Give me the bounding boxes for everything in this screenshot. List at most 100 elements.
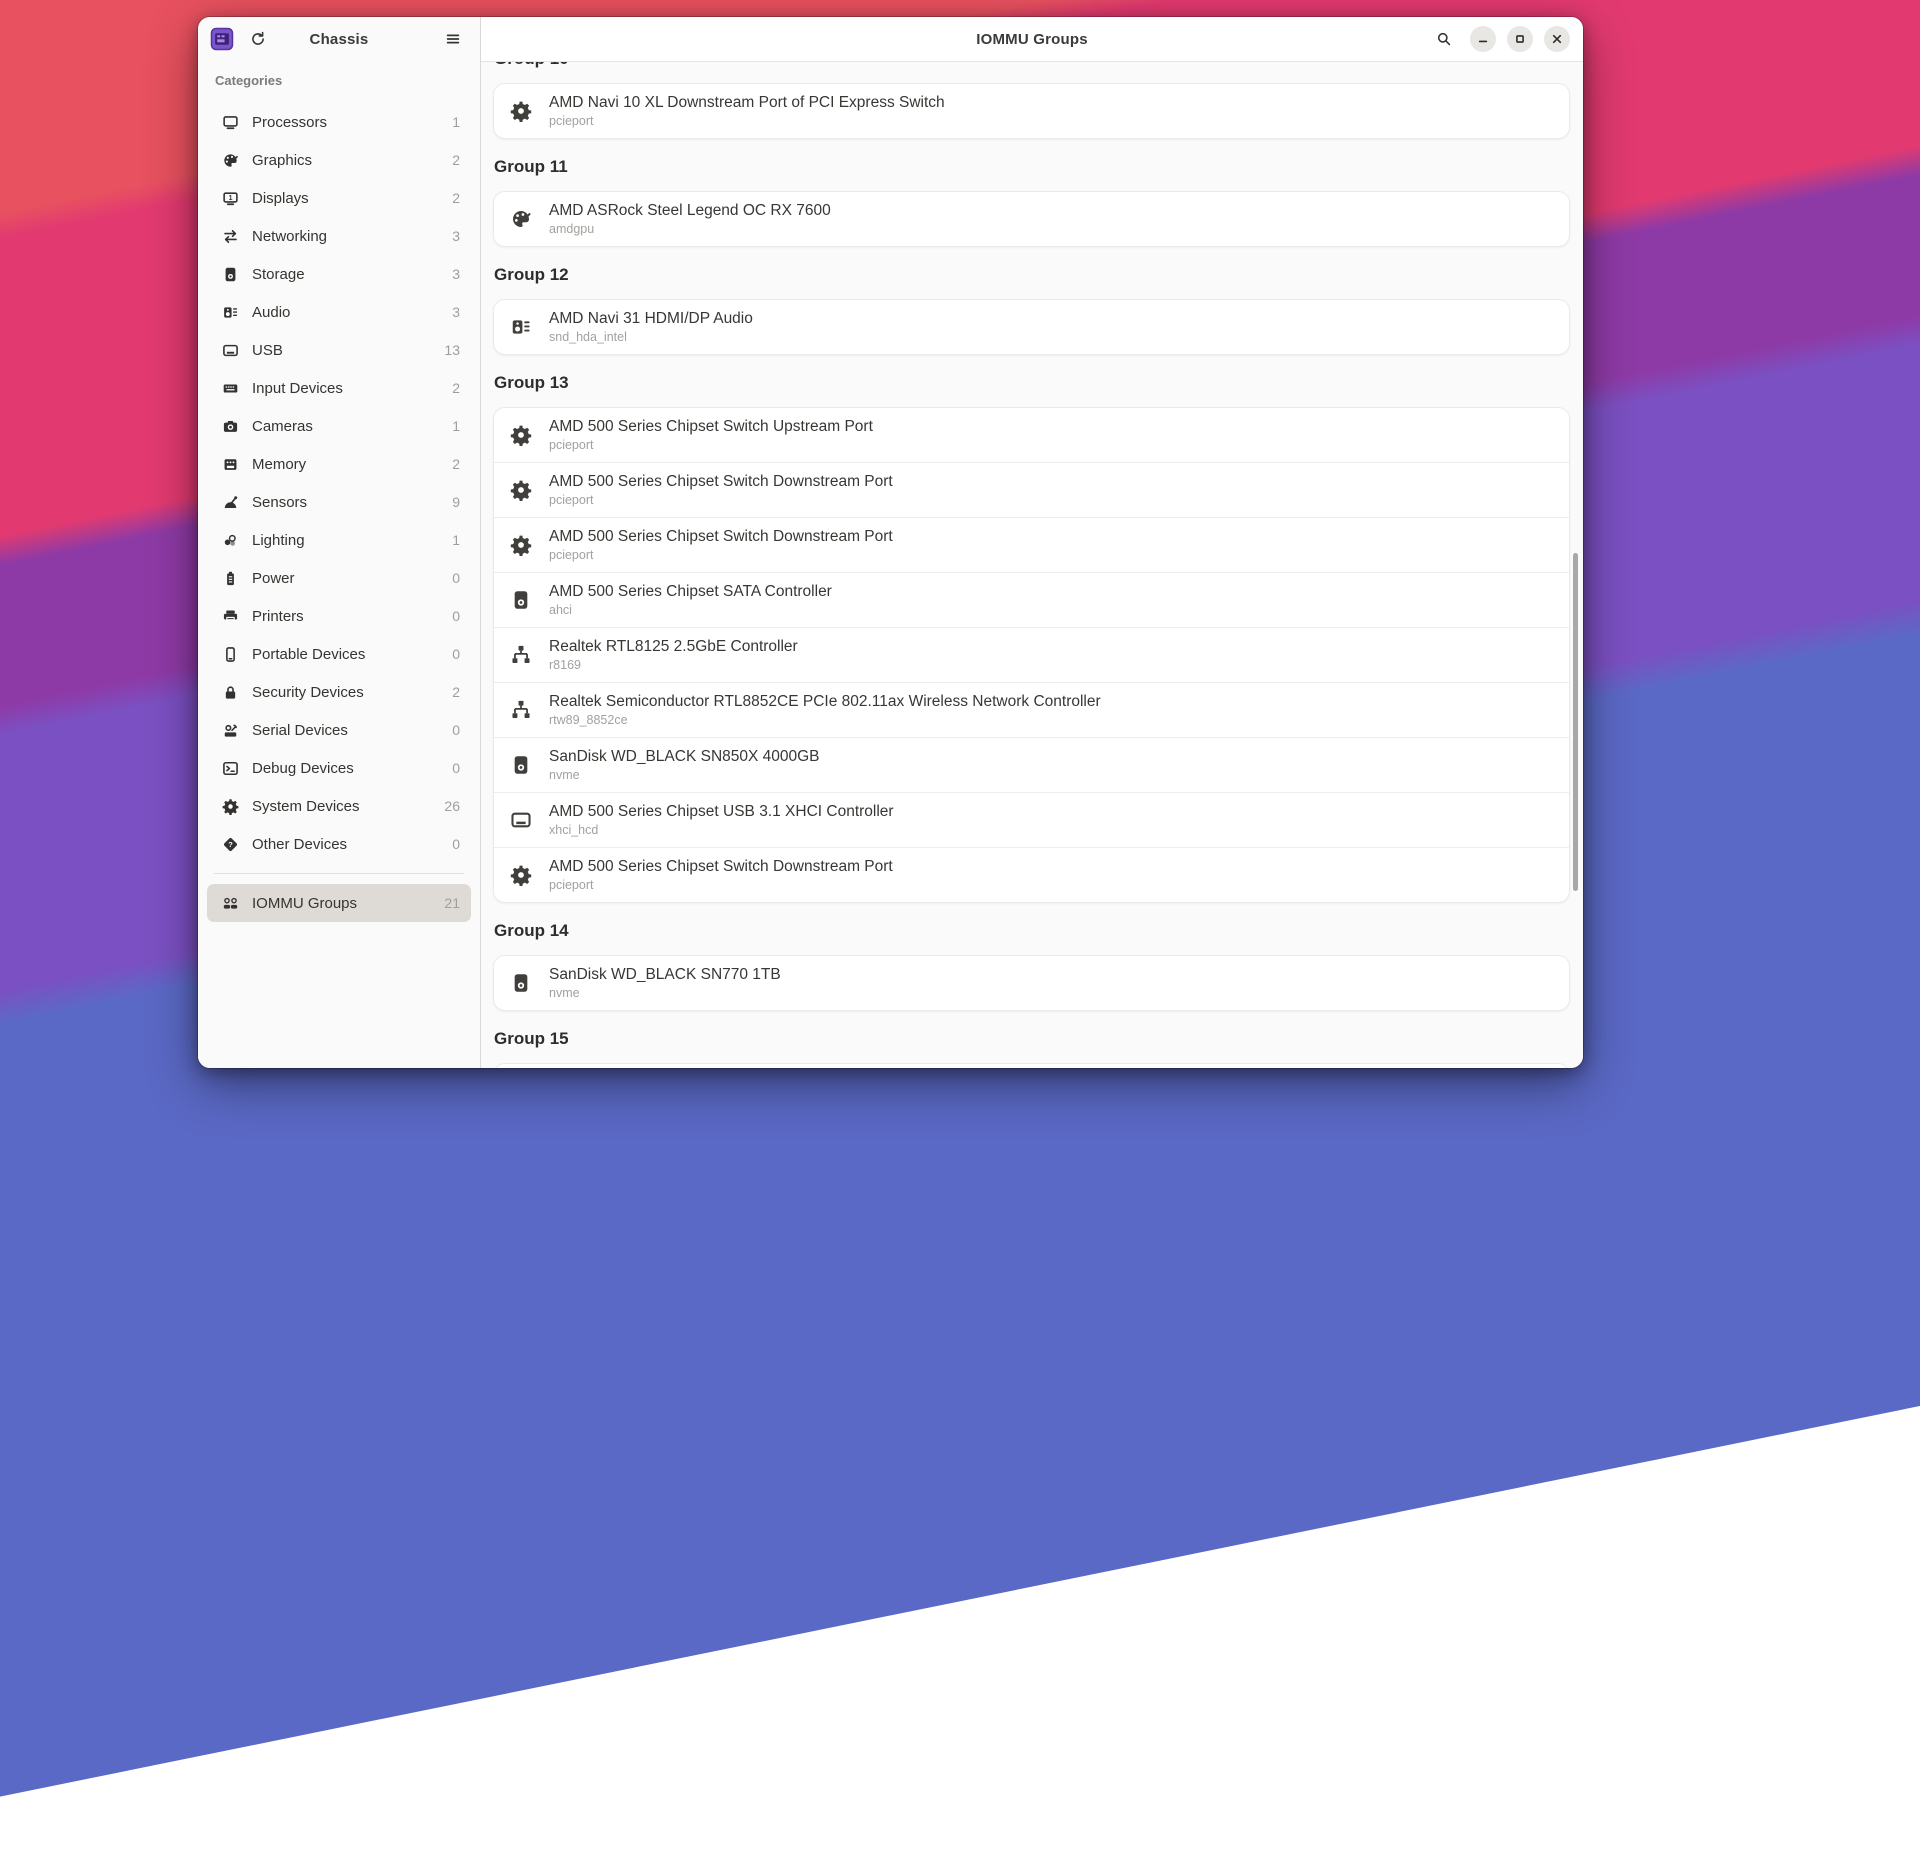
sidebar-item-label: Debug Devices [252, 760, 439, 777]
device-row[interactable]: AMD 500 Series Chipset SATA Controllerah… [494, 572, 1569, 627]
refresh-button[interactable] [243, 24, 273, 54]
device-text: SanDisk WD_BLACK SN770 1TBnvme [549, 965, 781, 1001]
search-button[interactable] [1429, 24, 1459, 54]
sidebar-item-usb[interactable]: USB13 [207, 331, 471, 369]
close-button[interactable] [1544, 26, 1570, 52]
sidebar-item-count: 0 [452, 608, 460, 624]
sidebar-item-printers[interactable]: Printers0 [207, 597, 471, 635]
sidebar-item-displays[interactable]: 1Displays2 [207, 179, 471, 217]
device-driver: pcieport [549, 877, 893, 893]
device-driver: pcieport [549, 437, 873, 453]
debug-devices-icon [222, 760, 239, 777]
device-text: AMD 500 Series Chipset USB 3.1 XHCI Cont… [549, 802, 894, 838]
device-row[interactable]: Realtek RTL8125 2.5GbE Controllerr8169 [494, 627, 1569, 682]
sidebar-item-count: 3 [452, 266, 460, 282]
sidebar-item-debug-devices[interactable]: Debug Devices0 [207, 749, 471, 787]
sidebar-item-label: System Devices [252, 798, 431, 815]
sidebar-headerbar[interactable]: Chassis [198, 17, 480, 61]
device-row[interactable]: AMD Navi 10 XL Downstream Port of PCI Ex… [494, 84, 1569, 138]
sidebar-item-label: Processors [252, 114, 439, 131]
main-headerbar[interactable]: IOMMU Groups [481, 17, 1583, 62]
sidebar-item-sensors[interactable]: Sensors9 [207, 483, 471, 521]
sensors-icon [222, 494, 239, 511]
device-title: AMD 500 Series Chipset Switch Downstream… [549, 472, 893, 491]
storage-icon [510, 589, 532, 611]
vertical-scrollbar-thumb[interactable] [1573, 553, 1578, 891]
iommu-groups-icon [222, 895, 239, 912]
device-row[interactable]: AMD 500 Series Chipset USB 3.1 XHCI Cont… [494, 792, 1569, 847]
device-text: AMD 500 Series Chipset Switch Upstream P… [549, 417, 873, 453]
device-row[interactable]: AMD Navi 31 HDMI/DP Audiosnd_hda_intel [494, 300, 1569, 354]
processors-icon [222, 114, 239, 131]
sidebar-item-label: Input Devices [252, 380, 439, 397]
sidebar-item-power[interactable]: Power0 [207, 559, 471, 597]
group-heading: Group 11 [494, 156, 1569, 178]
main-pane: IOMMU Groups Group 10AMD Navi 10 XL Down… [481, 17, 1583, 1068]
svg-text:?: ? [228, 840, 233, 849]
device-title: Realtek RTL8125 2.5GbE Controller [549, 637, 798, 656]
sidebar-item-label: Other Devices [252, 836, 439, 853]
sidebar-item-iommu-groups[interactable]: IOMMU Groups 21 [207, 884, 471, 922]
sidebar-item-count: 1 [452, 532, 460, 548]
sidebar-item-count: 1 [452, 114, 460, 130]
group-heading: Group 14 [494, 920, 1569, 942]
group-card: AMD Radeon Vega Series / Radeon Vega Mob… [493, 1063, 1570, 1068]
categories-label: Categories [215, 73, 480, 91]
device-row[interactable]: SanDisk WD_BLACK SN770 1TBnvme [494, 956, 1569, 1010]
device-row[interactable]: AMD ASRock Steel Legend OC RX 7600amdgpu [494, 192, 1569, 246]
sidebar-item-count: 26 [444, 798, 460, 814]
networking-icon [222, 228, 239, 245]
device-row[interactable]: AMD 500 Series Chipset Switch Downstream… [494, 847, 1569, 902]
device-driver: rtw89_8852ce [549, 712, 1101, 728]
device-text: AMD 500 Series Chipset SATA Controllerah… [549, 582, 832, 618]
device-title: Realtek Semiconductor RTL8852CE PCIe 802… [549, 692, 1101, 711]
graphics-icon [222, 152, 239, 169]
sidebar-item-storage[interactable]: Storage3 [207, 255, 471, 293]
device-title: AMD 500 Series Chipset Switch Upstream P… [549, 417, 873, 436]
hamburger-menu-button[interactable] [438, 24, 468, 54]
sidebar-item-graphics[interactable]: Graphics2 [207, 141, 471, 179]
minimize-button[interactable] [1470, 26, 1496, 52]
device-driver: r8169 [549, 657, 798, 673]
system-devices-icon [222, 798, 239, 815]
sidebar-item-memory[interactable]: Memory2 [207, 445, 471, 483]
device-row[interactable]: SanDisk WD_BLACK SN850X 4000GBnvme [494, 737, 1569, 792]
sidebar-item-security-devices[interactable]: Security Devices2 [207, 673, 471, 711]
lighting-icon [222, 532, 239, 549]
sidebar-item-system-devices[interactable]: System Devices 26 [207, 787, 471, 825]
sidebar-item-lighting[interactable]: Lighting1 [207, 521, 471, 559]
sidebar-item-networking[interactable]: Networking3 [207, 217, 471, 255]
sidebar-item-audio[interactable]: Audio3 [207, 293, 471, 331]
sidebar-item-count: 9 [452, 494, 460, 510]
sidebar-item-portable-devices[interactable]: Portable Devices0 [207, 635, 471, 673]
security-devices-icon [222, 684, 239, 701]
device-row[interactable]: Realtek Semiconductor RTL8852CE PCIe 802… [494, 682, 1569, 737]
sidebar-item-count: 3 [452, 304, 460, 320]
group-card: AMD Navi 31 HDMI/DP Audiosnd_hda_intel [493, 299, 1570, 355]
graphics-icon [510, 208, 532, 230]
device-row[interactable]: AMD 500 Series Chipset Switch Downstream… [494, 517, 1569, 572]
sidebar-item-count: 2 [452, 380, 460, 396]
device-row[interactable]: AMD 500 Series Chipset Switch Upstream P… [494, 408, 1569, 462]
sidebar-item-other-devices[interactable]: ?Other Devices0 [207, 825, 471, 863]
sidebar-item-label: IOMMU Groups [252, 895, 431, 912]
sidebar-item-input-devices[interactable]: Input Devices 2 [207, 369, 471, 407]
device-row[interactable]: AMD Radeon Vega Series / Radeon Vega Mob… [494, 1064, 1569, 1068]
network-icon [510, 644, 532, 666]
maximize-button[interactable] [1507, 26, 1533, 52]
chassis-app-icon [210, 27, 234, 51]
device-row[interactable]: AMD 500 Series Chipset Switch Downstream… [494, 462, 1569, 517]
sidebar-item-label: USB [252, 342, 431, 359]
sidebar-item-cameras[interactable]: Cameras1 [207, 407, 471, 445]
device-driver: nvme [549, 985, 781, 1001]
sidebar-item-count: 0 [452, 570, 460, 586]
cameras-icon [222, 418, 239, 435]
serial-devices-icon [222, 722, 239, 739]
sidebar-item-serial-devices[interactable]: Serial Devices0 [207, 711, 471, 749]
storage-icon [510, 754, 532, 776]
sidebar-item-count: 21 [444, 895, 460, 911]
device-text: AMD Navi 10 XL Downstream Port of PCI Ex… [549, 93, 945, 129]
sidebar-item-label: Graphics [252, 152, 439, 169]
group-heading: Group 15 [494, 1028, 1569, 1050]
sidebar-item-processors[interactable]: Processors 1 [207, 103, 471, 141]
